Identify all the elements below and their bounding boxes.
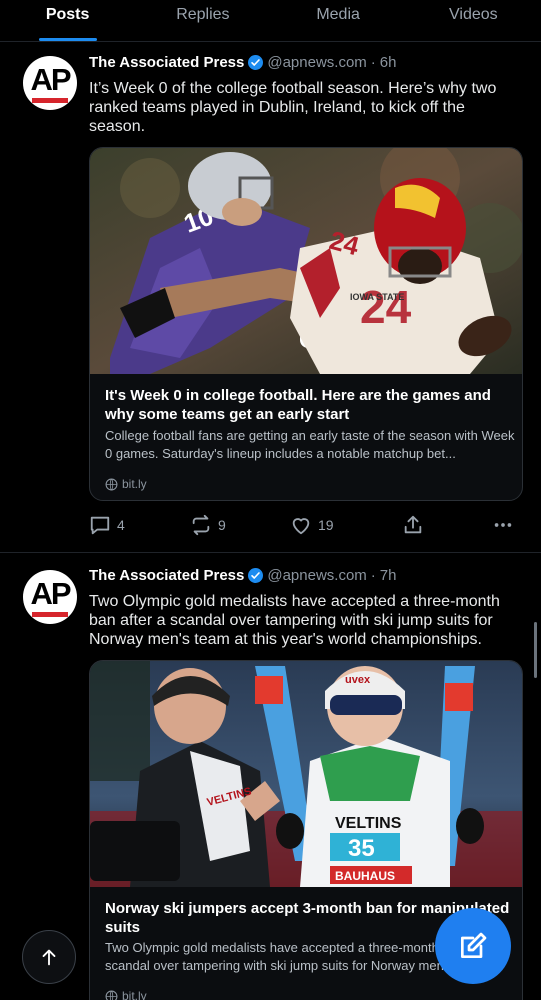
share-button[interactable] xyxy=(402,514,430,536)
more-options-button[interactable] xyxy=(492,514,520,536)
card-description: College football fans are getting an ear… xyxy=(105,428,515,461)
post-actions: 4 9 19 xyxy=(89,514,519,538)
card-link-domain: bit.ly xyxy=(122,477,147,491)
post-header: The Associated Press @apnews.com · 6h xyxy=(89,54,396,71)
card-link[interactable]: bit.ly xyxy=(105,989,147,1000)
author-handle[interactable]: @apnews.com xyxy=(267,54,366,71)
meta-separator: · xyxy=(370,54,376,71)
meta-separator: · xyxy=(370,567,376,584)
post-time: 6h xyxy=(379,54,397,71)
verified-badge-icon xyxy=(248,568,264,583)
jersey-team-text: IOWA STATE xyxy=(350,292,404,302)
globe-icon xyxy=(105,478,118,490)
like-button[interactable]: 19 xyxy=(290,514,334,536)
tab-media-label: Media xyxy=(316,6,360,23)
repost-button[interactable]: 9 xyxy=(190,514,226,536)
author-handle[interactable]: @apnews.com xyxy=(267,567,366,584)
tab-replies[interactable]: Replies xyxy=(135,0,270,41)
repost-count: 9 xyxy=(218,517,226,533)
tab-media[interactable]: Media xyxy=(271,0,406,41)
tab-videos-label: Videos xyxy=(449,6,498,23)
card-image: VELTINS uvex VELTINS 35 BAUHAUS xyxy=(90,661,522,887)
scroll-to-top-button[interactable] xyxy=(22,930,76,984)
card-image: 10 24 24 IOWA STATE xyxy=(90,148,522,374)
scrollbar-thumb[interactable] xyxy=(534,622,537,678)
bib-event-text: BAUHAUS xyxy=(335,869,395,883)
author-name[interactable]: The Associated Press xyxy=(89,54,244,71)
author-name[interactable]: The Associated Press xyxy=(89,567,244,584)
post-divider xyxy=(0,552,541,553)
post-text: It’s Week 0 of the college football seas… xyxy=(89,80,497,135)
avatar-logo-stripe xyxy=(32,612,68,617)
avatar-logo-stripe xyxy=(32,98,68,103)
card-title: It's Week 0 in college football. Here ar… xyxy=(105,387,491,423)
active-tab-indicator xyxy=(38,38,97,41)
bib-sponsor-text: VELTINS xyxy=(335,815,402,832)
tab-posts[interactable]: Posts xyxy=(0,0,135,41)
reply-button[interactable]: 4 xyxy=(89,514,125,536)
jersey-number-front: 24 xyxy=(360,281,412,333)
tab-posts-label: Posts xyxy=(45,6,90,23)
helmet-brand-text: uvex xyxy=(345,674,371,686)
tab-videos[interactable]: Videos xyxy=(406,0,541,41)
bib-number: 35 xyxy=(348,835,375,862)
avatar[interactable]: AP xyxy=(23,56,77,110)
tab-replies-label: Replies xyxy=(176,6,230,23)
repost-icon xyxy=(192,514,210,536)
card-link[interactable]: bit.ly xyxy=(105,477,147,491)
avatar-logo-text: AP xyxy=(30,576,71,611)
verified-badge-icon xyxy=(248,55,264,70)
more-icon xyxy=(494,523,512,527)
post-header: The Associated Press @apnews.com · 7h xyxy=(89,567,396,584)
arrow-up-icon xyxy=(42,949,56,966)
reply-count: 4 xyxy=(117,517,125,533)
profile-tabs: Posts Replies Media Videos xyxy=(0,0,541,42)
link-card[interactable]: 10 24 24 IOWA STATE It's Week 0 in colle… xyxy=(89,147,523,501)
reply-icon xyxy=(90,516,110,535)
heart-icon xyxy=(292,518,310,535)
football-photo: 10 24 24 IOWA STATE xyxy=(90,148,522,374)
post-time: 7h xyxy=(379,567,397,584)
avatar-logo-text: AP xyxy=(30,62,71,97)
post-text: Two Olympic gold medalists have accepted… xyxy=(89,593,500,648)
globe-icon xyxy=(105,990,118,1000)
compose-button[interactable] xyxy=(435,908,511,984)
avatar[interactable]: AP xyxy=(23,570,77,624)
like-count: 19 xyxy=(318,517,334,533)
share-icon xyxy=(404,515,422,534)
compose-icon xyxy=(461,932,487,958)
ski-jump-photo: VELTINS uvex VELTINS 35 BAUHAUS xyxy=(90,661,522,887)
card-link-domain: bit.ly xyxy=(122,989,147,1000)
